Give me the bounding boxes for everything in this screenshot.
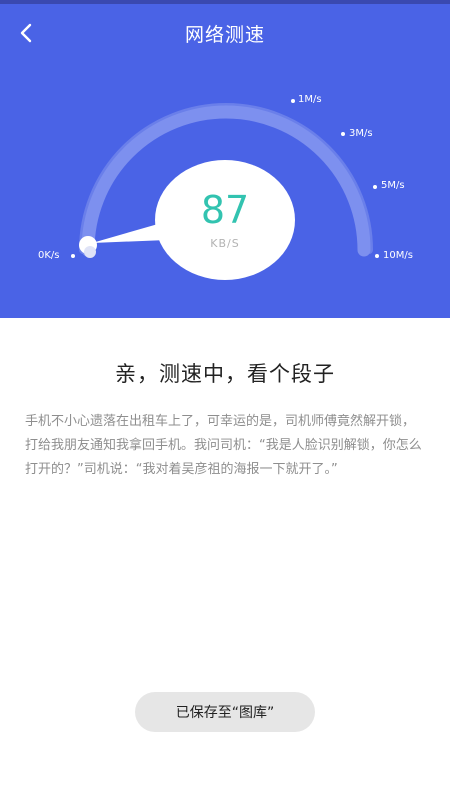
tick-label-2: 3M/s (349, 128, 373, 139)
tick-label-3: 5M/s (381, 180, 405, 191)
gauge-knob-shadow (84, 246, 96, 258)
tick-label-0: 0K/s (38, 250, 60, 261)
speed-value: 87 (200, 187, 250, 232)
joke-text: 手机不小心遗落在出租车上了，可幸运的是，司机师傅竟然解开锁，打给我朋友通知我拿回… (25, 414, 422, 477)
speed-unit: KB/S (210, 236, 240, 250)
tick-label-1: 1M/s (298, 94, 322, 105)
toast-message: 已保存至“图库” (135, 692, 315, 732)
tick-label-4: 10M/s (383, 250, 413, 261)
speed-display: 87 KB/S (155, 160, 295, 280)
section-title: 亲，测速中，看个段子 (115, 362, 335, 386)
